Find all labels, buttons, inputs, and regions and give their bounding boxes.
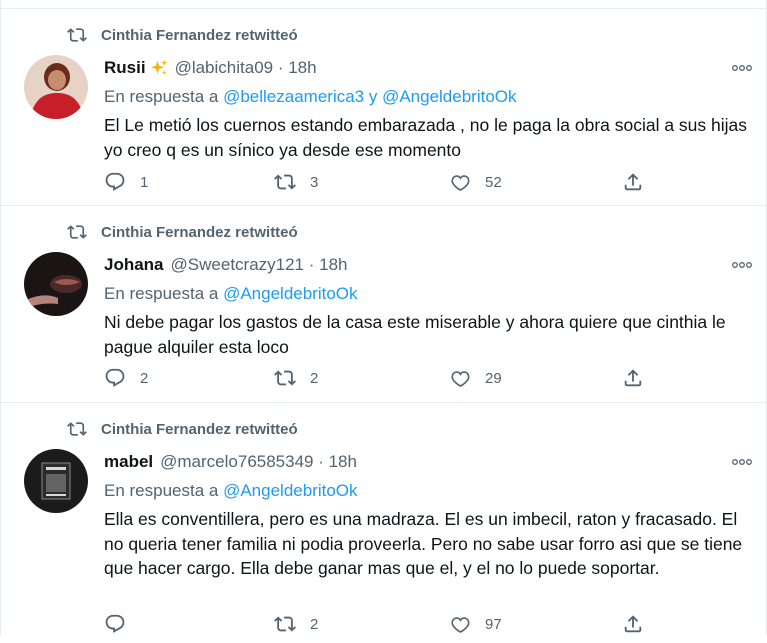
retweet-icon xyxy=(67,422,87,436)
reply-prefix: En respuesta a xyxy=(104,87,224,106)
tweet-header: Rusii @labichita09 · 18h xyxy=(104,57,317,79)
reply-prefix: En respuesta a xyxy=(104,284,224,303)
avatar[interactable] xyxy=(24,55,88,119)
retweeter-label[interactable]: Cinthia Fernandez retwitteó xyxy=(101,27,298,44)
retweet-context: Cinthia Fernandez retwitteó xyxy=(66,25,298,45)
handle-and-time[interactable]: @labichita09 · 18h xyxy=(175,58,317,78)
like-count: 29 xyxy=(485,369,502,387)
reply-icon xyxy=(105,614,125,633)
retweet-action-icon xyxy=(274,616,296,632)
like-button[interactable]: 52 xyxy=(449,170,502,194)
avatar-image xyxy=(24,449,88,513)
retweeter-label[interactable]: Cinthia Fernandez retwitteó xyxy=(101,421,298,438)
heart-icon xyxy=(451,371,470,387)
share-icon xyxy=(624,173,642,191)
retweet-icon xyxy=(67,225,87,239)
handle-and-time[interactable]: @marcelo76585349 · 18h xyxy=(160,452,357,472)
retweeter-label[interactable]: Cinthia Fernandez retwitteó xyxy=(101,224,298,241)
share-button[interactable] xyxy=(622,366,658,390)
replying-to: En respuesta a @AngeldebritoOk xyxy=(104,284,358,304)
like-count: 97 xyxy=(485,615,502,633)
display-name[interactable]: Johana xyxy=(104,255,164,275)
tweet-header: mabel @marcelo76585349 · 18h xyxy=(104,451,357,473)
like-button[interactable]: 29 xyxy=(449,366,502,390)
reply-button[interactable]: 2 xyxy=(104,366,148,390)
retweet-action-icon xyxy=(274,174,296,190)
reply-button[interactable] xyxy=(104,612,140,636)
tweet-actions: 2 97 xyxy=(104,612,664,636)
retweet-count: 2 xyxy=(310,615,319,633)
share-button[interactable] xyxy=(622,612,658,636)
reply-count: 2 xyxy=(140,369,149,387)
reply-button[interactable]: 1 xyxy=(104,170,148,194)
tweet-text: El Le metió los cuernos estando embaraza… xyxy=(104,115,748,160)
share-button[interactable] xyxy=(622,170,658,194)
retweet-button[interactable]: 2 xyxy=(274,612,318,636)
reply-mentions[interactable]: @AngeldebritoOk xyxy=(223,284,357,303)
avatar-image xyxy=(24,252,88,316)
reply-mentions[interactable]: @bellezaamerica3 y @AngeldebritoOk xyxy=(223,87,516,106)
avatar[interactable] xyxy=(24,252,88,316)
tweet[interactable]: Cinthia Fernandez retwitteó mabel @marce… xyxy=(0,403,767,643)
retweet-icon xyxy=(67,28,87,42)
reply-mentions[interactable]: @AngeldebritoOk xyxy=(223,481,357,500)
retweet-button[interactable]: 3 xyxy=(274,170,318,194)
tweet-actions: 1 3 52 xyxy=(104,170,664,194)
retweet-context: Cinthia Fernandez retwitteó xyxy=(66,222,298,242)
reply-icon xyxy=(105,368,125,387)
reply-prefix: En respuesta a xyxy=(104,481,224,500)
tweet[interactable]: Cinthia Fernandez retwitteó Johana @Swee… xyxy=(0,206,767,403)
heart-icon xyxy=(451,175,470,191)
more-options-icon[interactable] xyxy=(731,64,753,72)
timeline-top-edge xyxy=(0,0,767,9)
retweet-count: 2 xyxy=(310,369,319,387)
tweet[interactable]: Cinthia Fernandez retwitteó Rusii @labic… xyxy=(0,9,767,206)
avatar[interactable] xyxy=(24,449,88,513)
tweet-actions: 2 2 29 xyxy=(104,366,664,390)
handle-and-time[interactable]: @Sweetcrazy121 · 18h xyxy=(171,255,348,275)
retweet-count: 3 xyxy=(310,173,319,191)
like-button[interactable]: 97 xyxy=(449,612,502,636)
avatar-image xyxy=(24,55,88,119)
reply-icon xyxy=(105,172,125,191)
more-options-icon[interactable] xyxy=(731,261,753,269)
tweet-header: Johana @Sweetcrazy121 · 18h xyxy=(104,254,348,276)
display-name[interactable]: mabel xyxy=(104,452,153,472)
display-name[interactable]: Rusii xyxy=(104,58,146,78)
replying-to: En respuesta a @bellezaamerica3 y @Angel… xyxy=(104,87,517,107)
tweet-text: Ella es conventillera, pero es una madra… xyxy=(104,509,743,578)
reply-count: 1 xyxy=(140,173,149,191)
retweet-button[interactable]: 2 xyxy=(274,366,318,390)
tweet-text: Ni debe pagar los gastos de la casa este… xyxy=(104,312,726,357)
heart-icon xyxy=(451,617,470,633)
retweet-action-icon xyxy=(274,370,296,386)
retweet-context: Cinthia Fernandez retwitteó xyxy=(66,419,298,439)
share-icon xyxy=(624,615,642,633)
replying-to: En respuesta a @AngeldebritoOk xyxy=(104,481,358,501)
like-count: 52 xyxy=(485,173,502,191)
more-options-icon[interactable] xyxy=(731,458,753,466)
sparkles-emoji-icon xyxy=(150,59,167,75)
share-icon xyxy=(624,369,642,387)
